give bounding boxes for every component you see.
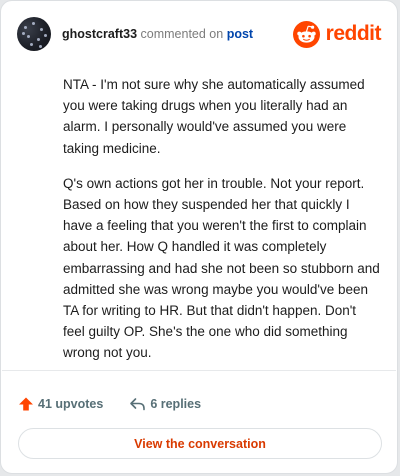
user-avatar[interactable]: [17, 17, 51, 51]
comment-header: ghostcraft33 commented on post reddit: [17, 17, 382, 53]
reddit-logo[interactable]: reddit: [292, 19, 382, 49]
comment-stats: 41 upvotes 6 replies: [18, 393, 201, 415]
embedded-comment-card: ghostcraft33 commented on post reddit NT…: [0, 0, 398, 474]
reddit-wordmark: reddit: [325, 22, 382, 45]
upvotes-stat[interactable]: 41 upvotes: [18, 396, 103, 412]
comment-body: NTA - I'm not sure why she automatically…: [63, 74, 381, 378]
replies-count: 6 replies: [150, 397, 202, 411]
action-text: commented on: [140, 27, 224, 41]
comment-paragraph-1: NTA - I'm not sure why she automatically…: [63, 77, 365, 156]
divider: [2, 370, 396, 371]
comment-paragraph-2: Q's own actions got her in trouble. Not …: [63, 175, 380, 361]
upvotes-count: 41 upvotes: [38, 397, 104, 411]
reply-arrow-icon: [130, 398, 146, 411]
view-conversation-button[interactable]: View the conversation: [18, 428, 382, 459]
username-link[interactable]: ghostcraft33: [62, 27, 137, 41]
upvote-arrow-icon: [19, 397, 33, 411]
post-link[interactable]: post: [227, 27, 253, 41]
comment-attribution: ghostcraft33 commented on post: [62, 27, 253, 41]
replies-stat[interactable]: 6 replies: [129, 396, 201, 412]
reddit-snoo-icon: [292, 20, 320, 48]
